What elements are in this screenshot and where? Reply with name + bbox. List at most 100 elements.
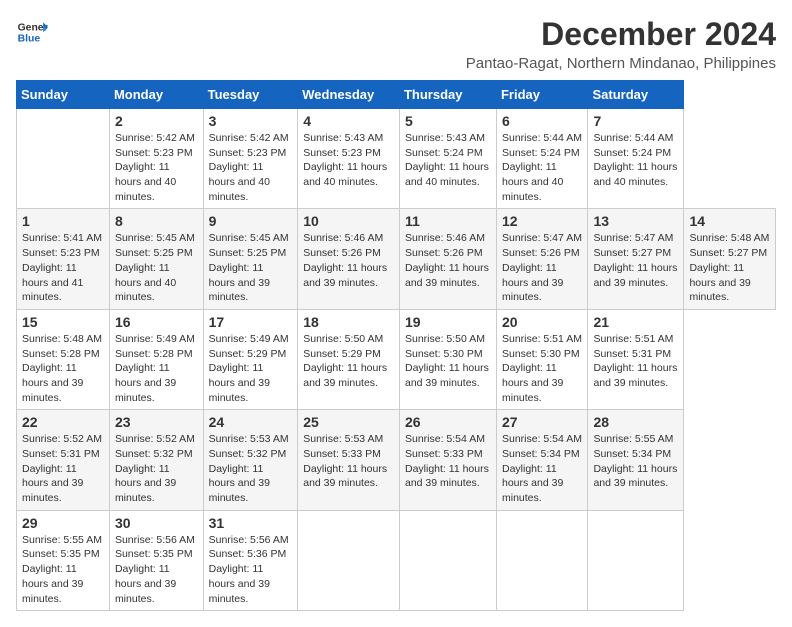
day-number: 12 [502, 213, 582, 229]
table-row [399, 510, 496, 610]
day-number: 24 [209, 414, 293, 430]
day-number: 20 [502, 314, 582, 330]
table-row: 12 Sunrise: 5:47 AM Sunset: 5:26 PM Dayl… [496, 209, 587, 309]
table-row: 21 Sunrise: 5:51 AM Sunset: 5:31 PM Dayl… [588, 309, 684, 409]
header-friday: Friday [496, 81, 587, 109]
day-number: 13 [593, 213, 678, 229]
day-number: 3 [209, 113, 293, 129]
day-info: Sunrise: 5:44 AM Sunset: 5:24 PM Dayligh… [593, 131, 678, 190]
day-info: Sunrise: 5:44 AM Sunset: 5:24 PM Dayligh… [502, 131, 582, 204]
day-info: Sunrise: 5:54 AM Sunset: 5:34 PM Dayligh… [502, 432, 582, 505]
day-number: 8 [115, 213, 198, 229]
header-thursday: Thursday [399, 81, 496, 109]
day-number: 16 [115, 314, 198, 330]
table-row: 2 Sunrise: 5:42 AM Sunset: 5:23 PM Dayli… [109, 109, 203, 209]
day-number: 25 [303, 414, 394, 430]
day-number: 22 [22, 414, 104, 430]
day-info: Sunrise: 5:42 AM Sunset: 5:23 PM Dayligh… [115, 131, 198, 204]
table-row [17, 109, 110, 209]
day-info: Sunrise: 5:52 AM Sunset: 5:32 PM Dayligh… [115, 432, 198, 505]
table-row: 3 Sunrise: 5:42 AM Sunset: 5:23 PM Dayli… [203, 109, 298, 209]
day-info: Sunrise: 5:47 AM Sunset: 5:26 PM Dayligh… [502, 231, 582, 304]
day-number: 19 [405, 314, 491, 330]
main-title: December 2024 [466, 16, 776, 53]
day-info: Sunrise: 5:51 AM Sunset: 5:30 PM Dayligh… [502, 332, 582, 405]
day-number: 1 [22, 213, 104, 229]
day-info: Sunrise: 5:43 AM Sunset: 5:24 PM Dayligh… [405, 131, 491, 190]
day-info: Sunrise: 5:55 AM Sunset: 5:34 PM Dayligh… [593, 432, 678, 491]
day-info: Sunrise: 5:53 AM Sunset: 5:33 PM Dayligh… [303, 432, 394, 491]
day-number: 18 [303, 314, 394, 330]
table-row: 25 Sunrise: 5:53 AM Sunset: 5:33 PM Dayl… [298, 410, 400, 510]
day-info: Sunrise: 5:49 AM Sunset: 5:29 PM Dayligh… [209, 332, 293, 405]
table-row: 19 Sunrise: 5:50 AM Sunset: 5:30 PM Dayl… [399, 309, 496, 409]
table-row [298, 510, 400, 610]
table-row: 18 Sunrise: 5:50 AM Sunset: 5:29 PM Dayl… [298, 309, 400, 409]
day-info: Sunrise: 5:46 AM Sunset: 5:26 PM Dayligh… [405, 231, 491, 290]
day-info: Sunrise: 5:50 AM Sunset: 5:29 PM Dayligh… [303, 332, 394, 391]
day-number: 5 [405, 113, 491, 129]
table-row: 31 Sunrise: 5:56 AM Sunset: 5:36 PM Dayl… [203, 510, 298, 610]
table-row: 30 Sunrise: 5:56 AM Sunset: 5:35 PM Dayl… [109, 510, 203, 610]
day-info: Sunrise: 5:56 AM Sunset: 5:35 PM Dayligh… [115, 533, 198, 606]
day-number: 27 [502, 414, 582, 430]
day-info: Sunrise: 5:55 AM Sunset: 5:35 PM Dayligh… [22, 533, 104, 606]
day-number: 28 [593, 414, 678, 430]
table-row: 15 Sunrise: 5:48 AM Sunset: 5:28 PM Dayl… [17, 309, 110, 409]
table-row: 14 Sunrise: 5:48 AM Sunset: 5:27 PM Dayl… [684, 209, 776, 309]
day-info: Sunrise: 5:50 AM Sunset: 5:30 PM Dayligh… [405, 332, 491, 391]
header-monday: Monday [109, 81, 203, 109]
header-tuesday: Tuesday [203, 81, 298, 109]
table-row: 8 Sunrise: 5:45 AM Sunset: 5:25 PM Dayli… [109, 209, 203, 309]
title-area: December 2024 Pantao-Ragat, Northern Min… [466, 16, 776, 72]
header-sunday: Sunday [17, 81, 110, 109]
day-number: 6 [502, 113, 582, 129]
day-number: 29 [22, 515, 104, 531]
day-number: 26 [405, 414, 491, 430]
table-row: 11 Sunrise: 5:46 AM Sunset: 5:26 PM Dayl… [399, 209, 496, 309]
table-row: 7 Sunrise: 5:44 AM Sunset: 5:24 PM Dayli… [588, 109, 684, 209]
table-row: 13 Sunrise: 5:47 AM Sunset: 5:27 PM Dayl… [588, 209, 684, 309]
day-info: Sunrise: 5:46 AM Sunset: 5:26 PM Dayligh… [303, 231, 394, 290]
subtitle: Pantao-Ragat, Northern Mindanao, Philipp… [466, 55, 776, 72]
day-info: Sunrise: 5:41 AM Sunset: 5:23 PM Dayligh… [22, 231, 104, 304]
day-number: 11 [405, 213, 491, 229]
day-info: Sunrise: 5:53 AM Sunset: 5:32 PM Dayligh… [209, 432, 293, 505]
table-row: 27 Sunrise: 5:54 AM Sunset: 5:34 PM Dayl… [496, 410, 587, 510]
day-number: 21 [593, 314, 678, 330]
table-row: 5 Sunrise: 5:43 AM Sunset: 5:24 PM Dayli… [399, 109, 496, 209]
calendar-table: Sunday Monday Tuesday Wednesday Thursday… [16, 80, 776, 611]
day-info: Sunrise: 5:47 AM Sunset: 5:27 PM Dayligh… [593, 231, 678, 290]
day-number: 15 [22, 314, 104, 330]
day-number: 4 [303, 113, 394, 129]
day-number: 9 [209, 213, 293, 229]
day-info: Sunrise: 5:56 AM Sunset: 5:36 PM Dayligh… [209, 533, 293, 606]
svg-text:Blue: Blue [18, 34, 41, 45]
table-row: 16 Sunrise: 5:49 AM Sunset: 5:28 PM Dayl… [109, 309, 203, 409]
table-row [588, 510, 684, 610]
calendar-row: 2 Sunrise: 5:42 AM Sunset: 5:23 PM Dayli… [17, 109, 776, 209]
day-info: Sunrise: 5:45 AM Sunset: 5:25 PM Dayligh… [115, 231, 198, 304]
day-number: 31 [209, 515, 293, 531]
table-row: 26 Sunrise: 5:54 AM Sunset: 5:33 PM Dayl… [399, 410, 496, 510]
day-number: 2 [115, 113, 198, 129]
table-row: 20 Sunrise: 5:51 AM Sunset: 5:30 PM Dayl… [496, 309, 587, 409]
day-info: Sunrise: 5:51 AM Sunset: 5:31 PM Dayligh… [593, 332, 678, 391]
day-info: Sunrise: 5:48 AM Sunset: 5:27 PM Dayligh… [689, 231, 770, 304]
header-area: General Blue December 2024 Pantao-Ragat,… [16, 16, 776, 72]
header-wednesday: Wednesday [298, 81, 400, 109]
day-number: 23 [115, 414, 198, 430]
day-info: Sunrise: 5:43 AM Sunset: 5:23 PM Dayligh… [303, 131, 394, 190]
table-row [496, 510, 587, 610]
day-info: Sunrise: 5:42 AM Sunset: 5:23 PM Dayligh… [209, 131, 293, 204]
day-number: 30 [115, 515, 198, 531]
day-number: 17 [209, 314, 293, 330]
table-row: 23 Sunrise: 5:52 AM Sunset: 5:32 PM Dayl… [109, 410, 203, 510]
day-number: 14 [689, 213, 770, 229]
day-info: Sunrise: 5:52 AM Sunset: 5:31 PM Dayligh… [22, 432, 104, 505]
day-info: Sunrise: 5:49 AM Sunset: 5:28 PM Dayligh… [115, 332, 198, 405]
table-row: 29 Sunrise: 5:55 AM Sunset: 5:35 PM Dayl… [17, 510, 110, 610]
calendar-row: 22 Sunrise: 5:52 AM Sunset: 5:31 PM Dayl… [17, 410, 776, 510]
day-info: Sunrise: 5:48 AM Sunset: 5:28 PM Dayligh… [22, 332, 104, 405]
table-row: 17 Sunrise: 5:49 AM Sunset: 5:29 PM Dayl… [203, 309, 298, 409]
